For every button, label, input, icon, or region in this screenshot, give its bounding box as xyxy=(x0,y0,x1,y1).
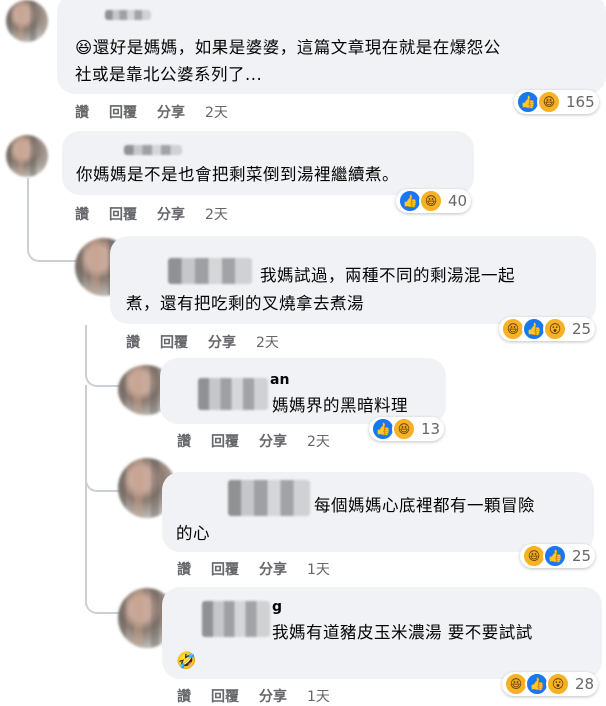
timestamp[interactable]: 1天 xyxy=(307,559,330,579)
timestamp[interactable]: 2天 xyxy=(307,431,330,451)
laughing-emoji-icon: 😆 xyxy=(75,38,93,57)
timestamp[interactable]: 2天 xyxy=(205,204,228,224)
wow-icon: 😮 xyxy=(546,672,570,696)
thread-elbow xyxy=(85,440,121,492)
commenter-name-blurred[interactable] xyxy=(168,258,252,284)
comment-bubble: 我媽試過，兩種不同的剩湯混一起 煮，還有把吃剩的叉燒拿去煮湯 xyxy=(110,236,596,324)
commenter-name[interactable]: an xyxy=(270,372,289,388)
thread-elbow xyxy=(85,325,121,387)
like-link[interactable]: 讚 xyxy=(177,559,191,579)
share-link[interactable]: 分享 xyxy=(157,204,185,224)
avatar[interactable] xyxy=(6,135,48,177)
rofl-emoji-icon: 🤣 xyxy=(176,651,198,670)
reply-link[interactable]: 回覆 xyxy=(211,686,239,706)
comment-text: 我媽有道豬皮玉米濃湯 要不要試試 xyxy=(272,623,533,642)
thread-elbow xyxy=(27,208,77,262)
reaction-count: 165 xyxy=(566,93,595,111)
comment-text: 媽媽界的黑暗料理 xyxy=(272,396,408,415)
haha-icon: 😆 xyxy=(392,417,416,441)
commenter-name-blurred[interactable] xyxy=(198,378,268,410)
comment-text: 煮，還有把吃剩的叉燒拿去煮湯 xyxy=(126,294,364,313)
comment-bubble: 😆還好是媽媽，如果是婆婆，這篇文章現在就是在爆怨公 社或是靠北公婆系列了... xyxy=(57,0,606,94)
reaction-summary[interactable]: 👍 😆 13 xyxy=(369,417,445,441)
timestamp[interactable]: 1天 xyxy=(307,686,330,706)
haha-icon: 😆 xyxy=(419,189,443,213)
reply-link[interactable]: 回覆 xyxy=(160,332,188,352)
reaction-summary[interactable]: 😆 👍 😮 28 xyxy=(502,672,599,696)
wow-icon: 😮 xyxy=(543,317,567,341)
comment-text: 我媽試過，兩種不同的剩湯混一起 xyxy=(260,266,515,285)
like-link[interactable]: 讚 xyxy=(75,204,89,224)
like-link[interactable]: 讚 xyxy=(177,686,191,706)
timestamp[interactable]: 2天 xyxy=(205,102,228,122)
comment-actions: 讚 回覆 分享 2天 xyxy=(75,204,228,224)
reply-link[interactable]: 回覆 xyxy=(109,102,137,122)
thread-line xyxy=(27,178,29,208)
reaction-count: 28 xyxy=(575,675,595,693)
reply-link[interactable]: 回覆 xyxy=(211,431,239,451)
reaction-summary[interactable]: 👍 😆 165 xyxy=(514,90,599,114)
commenter-name-blurred[interactable] xyxy=(124,145,182,155)
reaction-summary[interactable]: 😆 👍 25 xyxy=(520,544,596,568)
share-link[interactable]: 分享 xyxy=(259,431,287,451)
reply-link[interactable]: 回覆 xyxy=(109,204,137,224)
reaction-summary[interactable]: 😆 👍 😮 25 xyxy=(499,317,596,341)
share-link[interactable]: 分享 xyxy=(259,559,287,579)
comment-text: 😆還好是媽媽，如果是婆婆，這篇文章現在就是在爆怨公 xyxy=(75,38,501,57)
reaction-count: 40 xyxy=(448,192,468,210)
comment-actions: 讚 回覆 分享 1天 xyxy=(177,686,330,706)
like-link[interactable]: 讚 xyxy=(126,332,140,352)
reaction-count: 25 xyxy=(572,547,592,565)
share-link[interactable]: 分享 xyxy=(208,332,236,352)
share-link[interactable]: 分享 xyxy=(157,102,185,122)
reaction-count: 13 xyxy=(421,420,441,438)
comment-text: 你媽媽是不是也會把剩菜倒到湯裡繼續煮。 xyxy=(76,165,399,184)
reaction-count: 25 xyxy=(572,320,592,338)
haha-icon: 😆 xyxy=(537,90,561,114)
comment-bubble: 每個媽媽心底裡都有一顆冒險 的心 xyxy=(162,472,594,552)
comment-actions: 讚 回覆 分享 1天 xyxy=(177,559,330,579)
comment-bubble: g 我媽有道豬皮玉米濃湯 要不要試試 🤣 xyxy=(162,587,602,679)
comment-bubble: 你媽媽是不是也會把剩菜倒到湯裡繼續煮。 xyxy=(62,131,474,195)
comment-actions: 讚 回覆 分享 2天 xyxy=(177,431,330,451)
avatar[interactable] xyxy=(6,0,48,42)
comment-text: 社或是靠北公婆系列了... xyxy=(75,65,263,84)
commenter-name[interactable]: g xyxy=(272,599,282,615)
comment-actions: 讚 回覆 分享 2天 xyxy=(126,332,279,352)
comment-text: 的心 xyxy=(176,524,210,543)
comment-actions: 讚 回覆 分享 2天 xyxy=(75,102,228,122)
like-link[interactable]: 讚 xyxy=(75,102,89,122)
commenter-name-blurred[interactable] xyxy=(228,480,310,516)
comment-bubble: an 媽媽界的黑暗料理 xyxy=(160,358,446,424)
timestamp[interactable]: 2天 xyxy=(256,332,279,352)
share-link[interactable]: 分享 xyxy=(259,686,287,706)
like-link[interactable]: 讚 xyxy=(177,431,191,451)
reaction-summary[interactable]: 👍 😆 40 xyxy=(396,189,472,213)
thread-elbow xyxy=(85,560,121,614)
commenter-name-blurred[interactable] xyxy=(202,601,270,637)
like-icon: 👍 xyxy=(543,544,567,568)
commenter-name-blurred[interactable] xyxy=(105,10,151,20)
reply-link[interactable]: 回覆 xyxy=(211,559,239,579)
comment-text: 每個媽媽心底裡都有一顆冒險 xyxy=(314,496,535,515)
